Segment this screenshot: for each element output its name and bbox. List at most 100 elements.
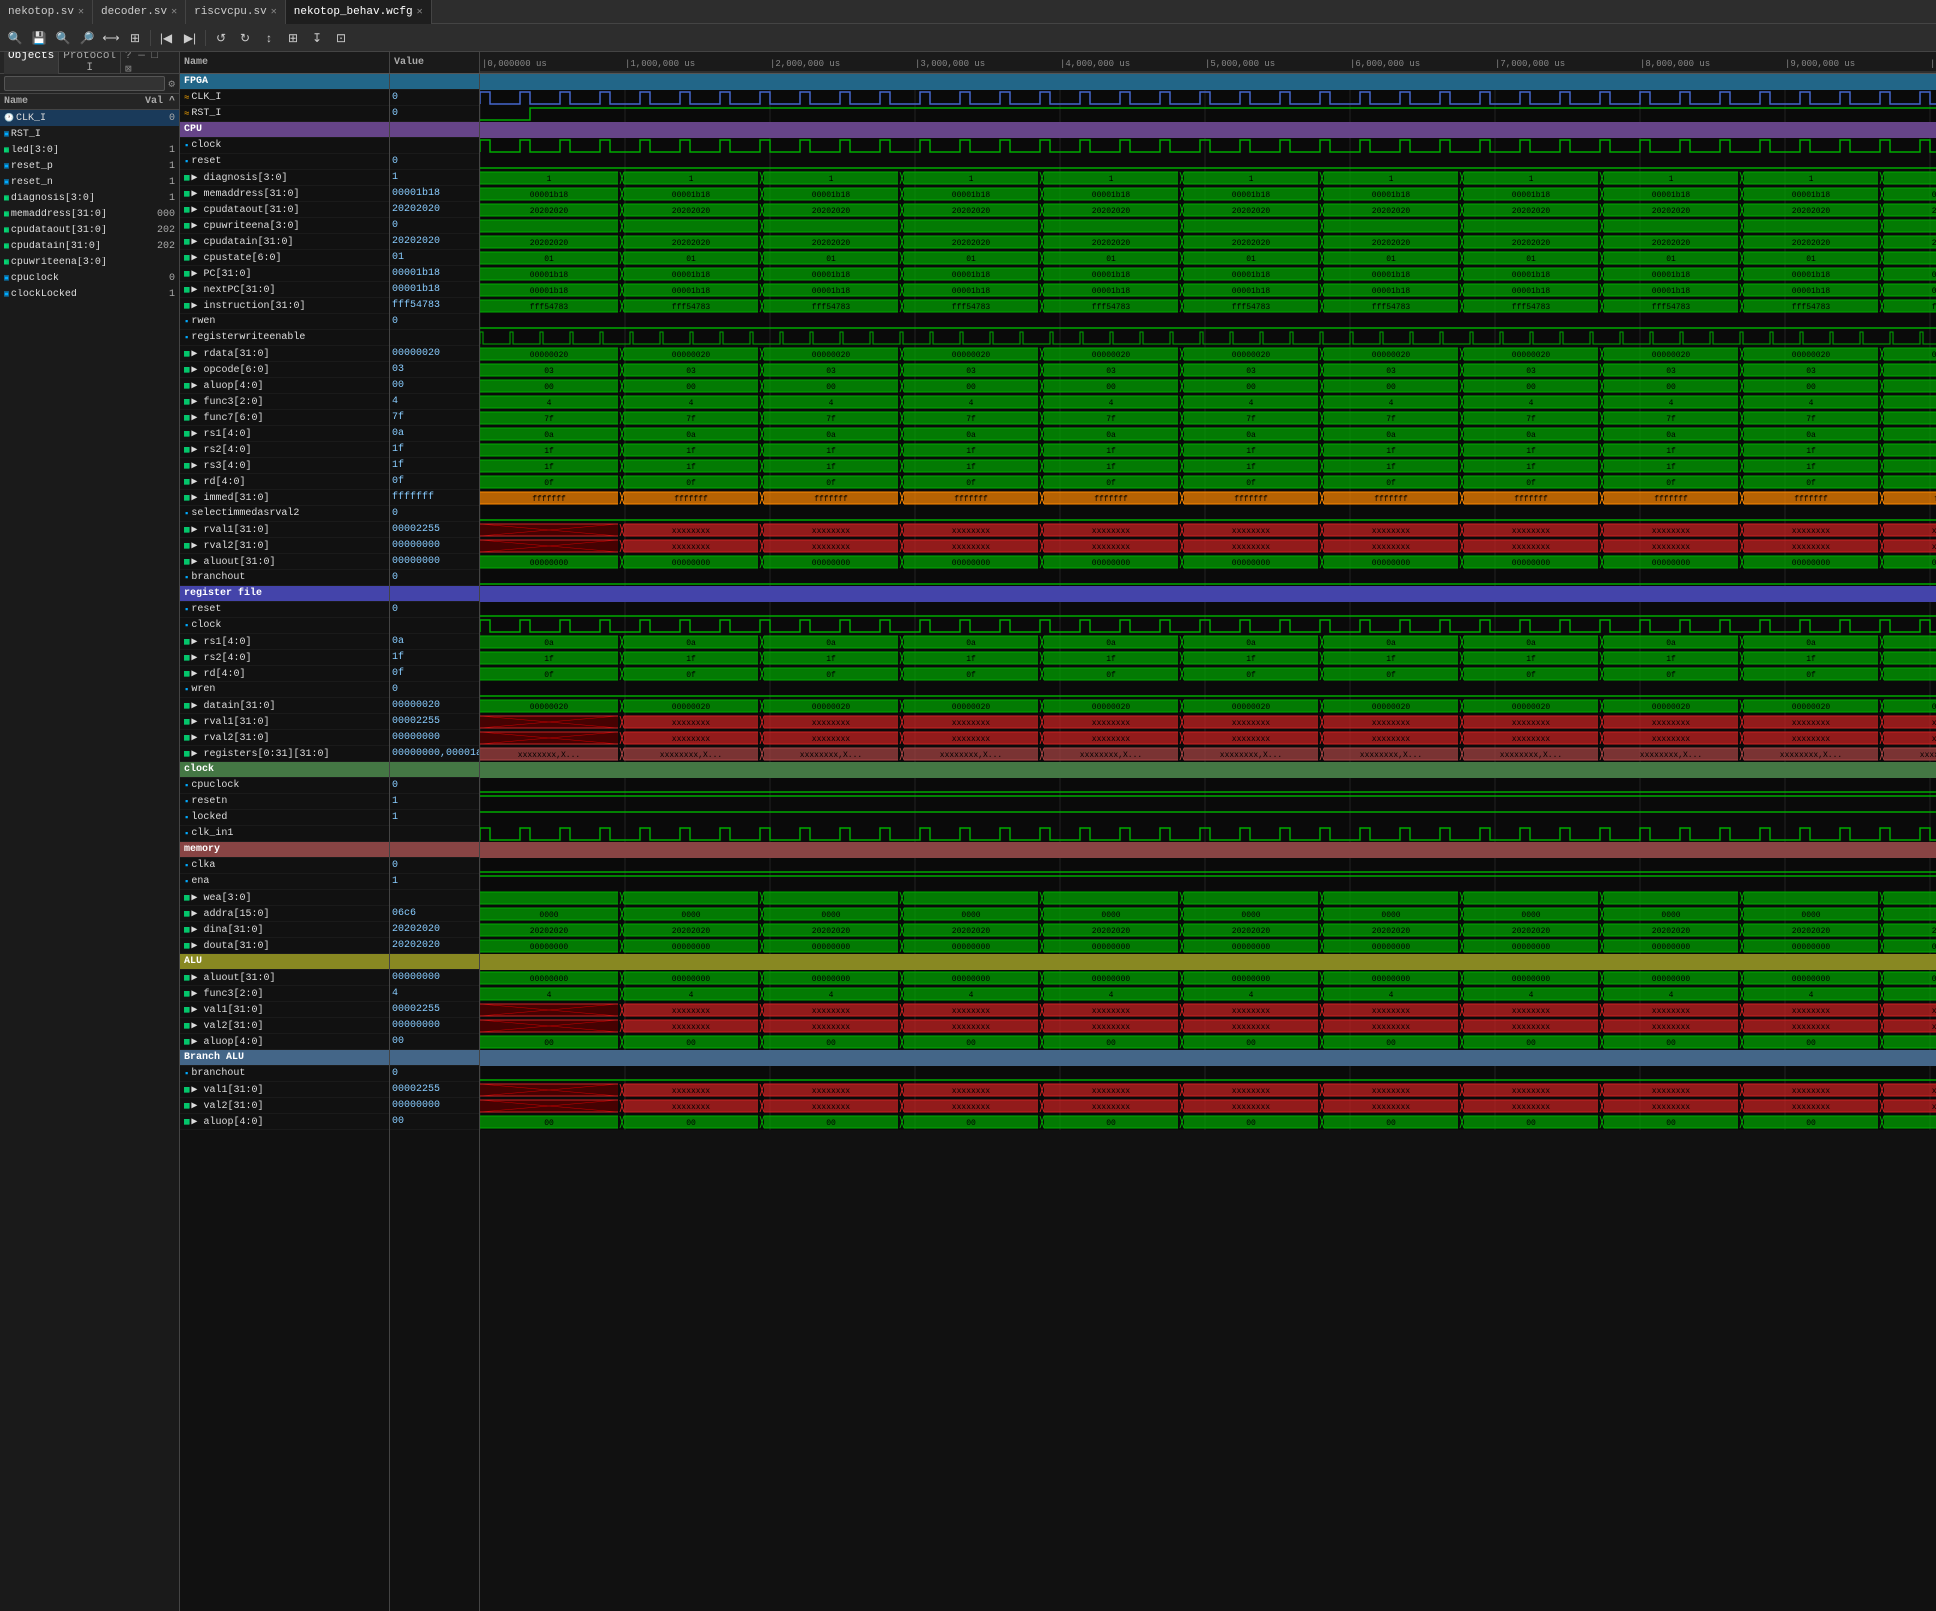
row-rval2-name[interactable]: ▦▶ rval2[31:0] <box>180 538 389 554</box>
row-mem-ena-name[interactable]: ▪ ena <box>180 874 389 890</box>
signal-cpudataout[interactable]: ▦ cpudataout[31:0] 202 <box>0 222 179 238</box>
row-memaddr-name[interactable]: ▦▶ memaddress[31:0] <box>180 186 389 202</box>
signal-memaddr[interactable]: ▦ memaddress[31:0] 000 <box>0 206 179 222</box>
row-mem-wea-name[interactable]: ▦▶ wea[3:0] <box>180 890 389 906</box>
row-mem-dina-name[interactable]: ▦▶ dina[31:0] <box>180 922 389 938</box>
signal-resetp[interactable]: ▣ reset_p 1 <box>0 158 179 174</box>
panel-options[interactable]: ? — □ ⊠ <box>121 52 175 76</box>
row-clk-in1-name[interactable]: ▪ clk_in1 <box>180 826 389 842</box>
row-rd-name[interactable]: ▦▶ rd[4:0] <box>180 474 389 490</box>
signal-clk[interactable]: 🕐 CLK_I 0 <box>0 110 179 126</box>
row-rf-rs1-name[interactable]: ▦▶ rs1[4:0] <box>180 634 389 650</box>
undo-button[interactable]: ↺ <box>210 27 232 49</box>
row-rwen-name[interactable]: ▪ rwen <box>180 314 389 330</box>
go-end-button[interactable]: ▶| <box>179 27 201 49</box>
row-balu-val2-name[interactable]: ▦▶ val2[31:0] <box>180 1098 389 1114</box>
row-clk-locked-name[interactable]: ▪ locked <box>180 810 389 826</box>
row-cpustate-name[interactable]: ▦▶ cpustate[6:0] <box>180 250 389 266</box>
row-immed-name[interactable]: ▦▶ immed[31:0] <box>180 490 389 506</box>
row-diagnosis-name[interactable]: ▦▶ diagnosis[3:0] <box>180 170 389 186</box>
row-alu-val1-name[interactable]: ▦▶ val1[31:0] <box>180 1002 389 1018</box>
tab-decoder[interactable]: decoder.sv ✕ <box>93 0 186 24</box>
expand-button[interactable]: ↕ <box>258 27 280 49</box>
row-rf-datain-name[interactable]: ▦▶ datain[31:0] <box>180 698 389 714</box>
row-aluop-name[interactable]: ▦▶ aluop[4:0] <box>180 378 389 394</box>
search-settings-icon[interactable]: ⚙ <box>168 77 175 91</box>
row-mem-addra-name[interactable]: ▦▶ addra[15:0] <box>180 906 389 922</box>
tab-objects[interactable]: Objects <box>4 52 59 76</box>
row-rf-rval2-name[interactable]: ▦▶ rval2[31:0] <box>180 730 389 746</box>
redo-button[interactable]: ↻ <box>234 27 256 49</box>
zoom-reset-button[interactable]: ⊞ <box>124 27 146 49</box>
row-rf-reset-name[interactable]: ▪ reset <box>180 602 389 618</box>
row-rdata-name[interactable]: ▦▶ rdata[31:0] <box>180 346 389 362</box>
svg-text:00: 00 <box>1246 1119 1256 1128</box>
close-tab-riscvcpu[interactable]: ✕ <box>271 6 277 18</box>
row-cpu-clock-name[interactable]: ▪clock <box>180 138 389 154</box>
row-regwrite-name[interactable]: ▪ registerwriteenable <box>180 330 389 346</box>
row-clk-i-name[interactable]: ≈CLK_I <box>180 90 389 106</box>
row-balu-aluop-name[interactable]: ▦▶ aluop[4:0] <box>180 1114 389 1130</box>
row-nextpc-name[interactable]: ▦▶ nextPC[31:0] <box>180 282 389 298</box>
row-cpu-reset-name[interactable]: ▪reset <box>180 154 389 170</box>
row-rs3-name[interactable]: ▦▶ rs3[4:0] <box>180 458 389 474</box>
row-pc-name[interactable]: ▦▶ PC[31:0] <box>180 266 389 282</box>
row-aluout-name[interactable]: ▦▶ aluout[31:0] <box>180 554 389 570</box>
waves-area[interactable]: 11111111111100001b1800001b1800001b180000… <box>480 74 1936 1611</box>
row-rs2-name[interactable]: ▦▶ rs2[4:0] <box>180 442 389 458</box>
search-input[interactable] <box>4 76 165 91</box>
row-rf-clock-name[interactable]: ▪ clock <box>180 618 389 634</box>
row-alu-aluop-name[interactable]: ▦▶ aluop[4:0] <box>180 1034 389 1050</box>
row-rf-rd-name[interactable]: ▦▶ rd[4:0] <box>180 666 389 682</box>
row-rst-i-name[interactable]: ≈RST_I <box>180 106 389 122</box>
signal-rst[interactable]: ▣ RST_I <box>0 126 179 142</box>
row-opcode-name[interactable]: ▦▶ opcode[6:0] <box>180 362 389 378</box>
row-alu-func3-name[interactable]: ▦▶ func3[2:0] <box>180 986 389 1002</box>
marker-button[interactable]: ⊞ <box>282 27 304 49</box>
row-rval1-name[interactable]: ▦▶ rval1[31:0] <box>180 522 389 538</box>
row-balu-val1-name[interactable]: ▦▶ val1[31:0] <box>180 1082 389 1098</box>
row-alu-aluout-name[interactable]: ▦▶ aluout[31:0] <box>180 970 389 986</box>
row-cpuwriteena-name[interactable]: ▦▶ cpuwriteena[3:0] <box>180 218 389 234</box>
signal-clocklocked[interactable]: ▣ clockLocked 1 <box>0 286 179 302</box>
zoom-in-button[interactable]: 🔍 <box>52 27 74 49</box>
row-alu-val2-name[interactable]: ▦▶ val2[31:0] <box>180 1018 389 1034</box>
signal-resetn[interactable]: ▣ reset_n 1 <box>0 174 179 190</box>
row-instruction-name[interactable]: ▦▶ instruction[31:0] <box>180 298 389 314</box>
zoom-fit-button[interactable]: ⟷ <box>100 27 122 49</box>
tab-riscvcpu[interactable]: riscvcpu.sv ✕ <box>186 0 286 24</box>
row-cpudatain-name[interactable]: ▦▶ cpudatain[31:0] <box>180 234 389 250</box>
search-button[interactable]: 🔍 <box>4 27 26 49</box>
tab-protocol[interactable]: Protocol I <box>59 52 121 76</box>
row-selectimmed-name[interactable]: ▪ selectimmedasrval2 <box>180 506 389 522</box>
signal-diagnosis[interactable]: ▦ diagnosis[3:0] 1 <box>0 190 179 206</box>
cursor-button[interactable]: ↧ <box>306 27 328 49</box>
row-func7-name[interactable]: ▦▶ func7[6:0] <box>180 410 389 426</box>
row-rf-rs2-name[interactable]: ▦▶ rs2[4:0] <box>180 650 389 666</box>
go-start-button[interactable]: |◀ <box>155 27 177 49</box>
row-balu-branchout-name[interactable]: ▪ branchout <box>180 1066 389 1082</box>
row-rs1-name[interactable]: ▦▶ rs1[4:0] <box>180 426 389 442</box>
close-tab-wcfg[interactable]: ✕ <box>417 6 423 18</box>
row-mem-clka-name[interactable]: ▪ clka <box>180 858 389 874</box>
waveform-view-button[interactable]: ⊡ <box>330 27 352 49</box>
signal-led[interactable]: ▦ led[3:0] 1 <box>0 142 179 158</box>
close-tab-nekotop[interactable]: ✕ <box>78 6 84 18</box>
row-branchout-name[interactable]: ▪ branchout <box>180 570 389 586</box>
row-mem-douta-name[interactable]: ▦▶ douta[31:0] <box>180 938 389 954</box>
row-func3-name[interactable]: ▦▶ func3[2:0] <box>180 394 389 410</box>
row-rf-wren-name[interactable]: ▪ wren <box>180 682 389 698</box>
close-tab-decoder[interactable]: ✕ <box>171 6 177 18</box>
zoom-out-button[interactable]: 🔎 <box>76 27 98 49</box>
save-button[interactable]: 💾 <box>28 27 50 49</box>
row-rf-rval1-name[interactable]: ▦▶ rval1[31:0] <box>180 714 389 730</box>
signal-cpuclock[interactable]: ▣ cpuclock 0 <box>0 270 179 286</box>
row-clk-cpuclock-name[interactable]: ▪ cpuclock <box>180 778 389 794</box>
row-cpudataout-name[interactable]: ▦▶ cpudataout[31:0] <box>180 202 389 218</box>
signal-cpudatain[interactable]: ▦ cpudatain[31:0] 202 <box>0 238 179 254</box>
tab-wcfg[interactable]: nekotop_behav.wcfg ✕ <box>286 0 432 24</box>
row-clk-resetn-name[interactable]: ▪ resetn <box>180 794 389 810</box>
signal-cpuwriteena[interactable]: ▦ cpuwriteena[3:0] <box>0 254 179 270</box>
tab-nekotop[interactable]: nekotop.sv ✕ <box>0 0 93 24</box>
row-registers-name[interactable]: ▦▶ registers[0:31][31:0] <box>180 746 389 762</box>
